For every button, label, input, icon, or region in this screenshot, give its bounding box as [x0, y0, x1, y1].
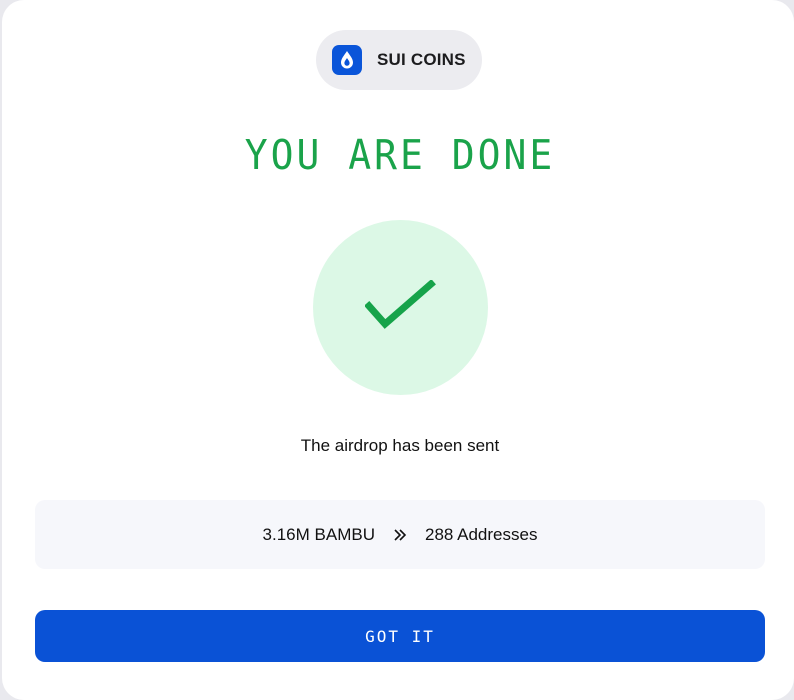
airdrop-amount: 3.16M BAMBU	[262, 524, 375, 544]
checkmark-icon	[364, 279, 436, 329]
status-message: The airdrop has been sent	[300, 436, 500, 455]
recipient-count: 288 Addresses	[424, 524, 538, 544]
brand-chip: SUI COINS	[316, 30, 482, 90]
double-chevron-right-icon	[393, 528, 407, 542]
got-it-button[interactable]: GOT IT	[35, 610, 765, 662]
page-title: YOU ARE DONE	[244, 131, 556, 179]
transfer-summary: 3.16M BAMBU 288 Addresses	[35, 500, 765, 569]
success-circle	[313, 220, 488, 395]
brand-name: SUI COINS	[377, 50, 466, 69]
success-dialog: SUI COINS YOU ARE DONE The airdrop has b…	[2, 0, 794, 700]
sui-droplet-icon	[332, 45, 362, 75]
